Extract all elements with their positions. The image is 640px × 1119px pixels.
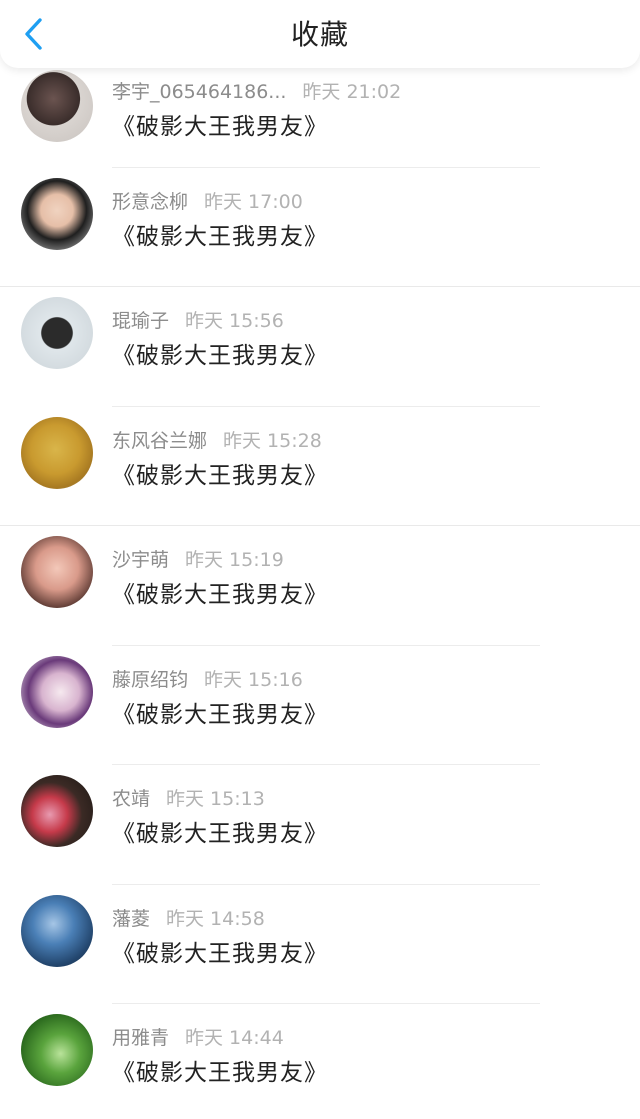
timestamp: 昨天 15:16 bbox=[204, 668, 303, 691]
item-meta: 用雅青 昨天 14:44 bbox=[112, 1023, 284, 1050]
avatar[interactable] bbox=[21, 177, 93, 250]
avatar[interactable] bbox=[21, 70, 93, 142]
list-item[interactable]: 用雅青 昨天 14:44 《破影大王我男友》 bbox=[0, 1004, 640, 1119]
user-name: 李宇_065464186... bbox=[112, 81, 287, 103]
avatar[interactable] bbox=[21, 775, 93, 847]
favorites-screen: 收藏 李宇_065464186... 昨天 21:02 《破影大王我男友》 形意念… bbox=[0, 0, 640, 1119]
item-meta: 李宇_065464186... 昨天 21:02 bbox=[112, 77, 401, 104]
list-item[interactable]: 藩菱 昨天 14:58 《破影大王我男友》 bbox=[0, 884, 640, 1004]
timestamp: 昨天 15:13 bbox=[166, 788, 265, 810]
avatar[interactable] bbox=[21, 536, 93, 608]
timestamp: 昨天 15:19 bbox=[185, 549, 284, 571]
page-title: 收藏 bbox=[290, 18, 349, 51]
user-name: 琨瑜子 bbox=[112, 310, 170, 332]
user-name: 用雅青 bbox=[112, 1027, 170, 1049]
list-item[interactable]: 藤原绍钧 昨天 15:16 《破影大王我男友》 bbox=[0, 645, 640, 765]
message-text: 《破影大王我男友》 bbox=[112, 1060, 328, 1086]
list-item[interactable]: 沙宇萌 昨天 15:19 《破影大王我男友》 bbox=[0, 526, 640, 646]
user-name: 农靖 bbox=[112, 788, 151, 810]
avatar[interactable] bbox=[21, 655, 93, 728]
avatar[interactable] bbox=[21, 297, 93, 369]
message-text: 《破影大王我男友》 bbox=[112, 114, 328, 140]
list-item[interactable]: 琨瑜子 昨天 15:56 《破影大王我男友》 bbox=[0, 287, 640, 407]
list-item[interactable]: 李宇_065464186... 昨天 21:02 《破影大王我男友》 bbox=[0, 60, 640, 168]
user-name: 藩菱 bbox=[112, 907, 151, 930]
item-meta: 藤原绍钧 昨天 15:16 bbox=[112, 665, 303, 692]
message-text: 《破影大王我男友》 bbox=[112, 940, 328, 967]
item-meta: 农靖 昨天 15:13 bbox=[112, 784, 265, 811]
timestamp: 昨天 14:58 bbox=[166, 907, 265, 930]
top-bar: 收藏 bbox=[0, 0, 640, 68]
message-text: 《破影大王我男友》 bbox=[112, 701, 328, 728]
timestamp: 昨天 15:56 bbox=[185, 310, 284, 332]
user-name: 藤原绍钧 bbox=[112, 668, 189, 691]
message-text: 《破影大王我男友》 bbox=[112, 582, 328, 608]
message-text: 《破影大王我男友》 bbox=[112, 343, 328, 369]
item-meta: 藩菱 昨天 14:58 bbox=[112, 904, 265, 931]
list-item[interactable]: 农靖 昨天 15:13 《破影大王我男友》 bbox=[0, 765, 640, 885]
timestamp: 昨天 15:28 bbox=[223, 429, 322, 452]
message-text: 《破影大王我男友》 bbox=[112, 223, 328, 250]
item-meta: 琨瑜子 昨天 15:56 bbox=[112, 306, 284, 333]
avatar[interactable] bbox=[21, 1014, 93, 1086]
list-item[interactable]: 形意念柳 昨天 17:00 《破影大王我男友》 bbox=[0, 167, 640, 287]
list-item[interactable]: 东风谷兰娜 昨天 15:28 《破影大王我男友》 bbox=[0, 406, 640, 526]
avatar[interactable] bbox=[21, 416, 93, 489]
user-name: 沙宇萌 bbox=[112, 549, 170, 571]
timestamp: 昨天 17:00 bbox=[204, 190, 303, 213]
message-text: 《破影大王我男友》 bbox=[112, 462, 328, 489]
user-name: 形意念柳 bbox=[112, 190, 189, 213]
item-meta: 东风谷兰娜 昨天 15:28 bbox=[112, 426, 322, 453]
timestamp: 昨天 21:02 bbox=[302, 81, 402, 103]
avatar[interactable] bbox=[21, 894, 93, 967]
item-meta: 沙宇萌 昨天 15:19 bbox=[112, 545, 284, 572]
message-text: 《破影大王我男友》 bbox=[112, 821, 328, 847]
timestamp: 昨天 14:44 bbox=[185, 1027, 284, 1049]
item-meta: 形意念柳 昨天 17:00 bbox=[112, 187, 303, 214]
user-name: 东风谷兰娜 bbox=[112, 429, 208, 452]
favorites-list: 李宇_065464186... 昨天 21:02 《破影大王我男友》 形意念柳 昨天… bbox=[0, 60, 640, 1119]
